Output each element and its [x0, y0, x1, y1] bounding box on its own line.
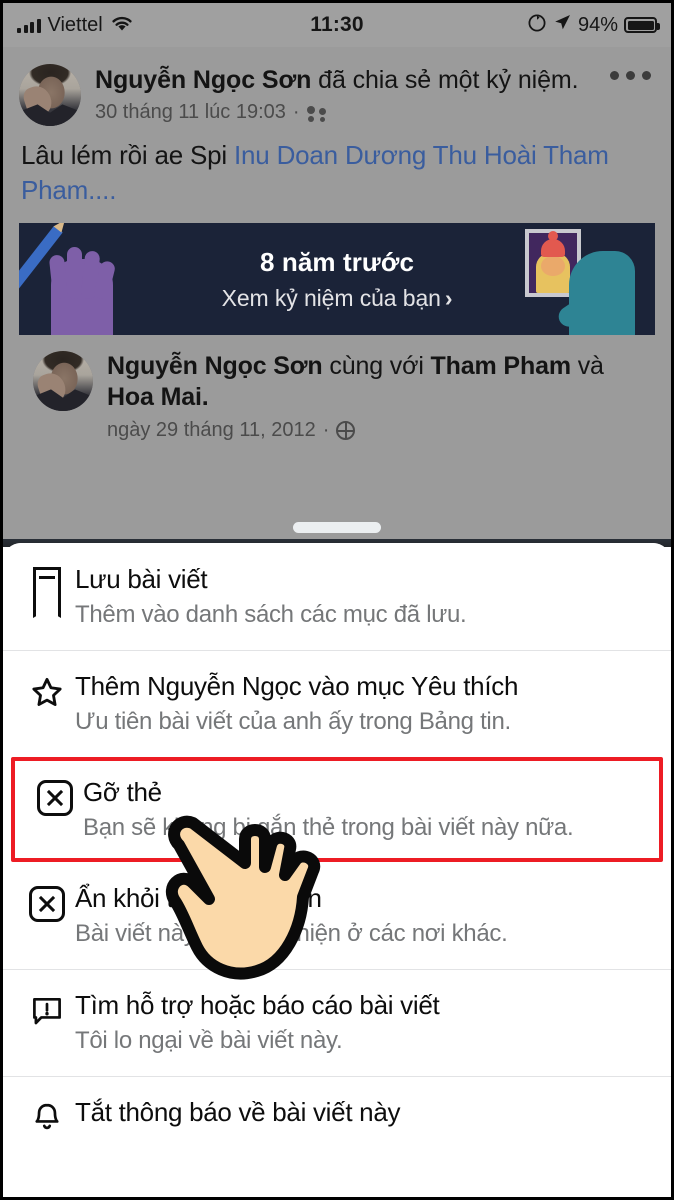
- bookmark-icon: [19, 563, 75, 603]
- memory-subtitle[interactable]: Xem kỷ niệm của bạn ›: [222, 285, 453, 312]
- battery-percent-label: 94%: [577, 13, 618, 36]
- author-avatar[interactable]: [19, 64, 81, 126]
- menu-item-remove-tag-text: Gỡ thẻ Bạn sẽ không bị gắn thẻ trong bài…: [83, 776, 583, 843]
- menu-item-remove-tag[interactable]: Gỡ thẻ Bạn sẽ không bị gắn thẻ trong bài…: [11, 757, 663, 862]
- memory-card[interactable]: 8 năm trước Xem kỷ niệm của bạn ›: [19, 223, 655, 335]
- sheet-grabber[interactable]: [293, 522, 381, 533]
- more-options-icon[interactable]: [610, 71, 651, 80]
- menu-item-title: Tắt thông báo về bài viết này: [75, 1097, 401, 1127]
- menu-item-title: Lưu bài viết: [75, 564, 208, 594]
- shared-post-text: Nguyễn Ngọc Sơn cùng với Tham Pham và Ho…: [107, 351, 655, 442]
- status-bar-right: 94%: [527, 13, 660, 38]
- shared-post-date[interactable]: ngày 29 tháng 11, 2012: [107, 419, 316, 442]
- friends-icon: [306, 105, 326, 120]
- dimmed-feed-background: Nguyễn Ngọc Sơn đã chia sẻ một kỷ niệm. …: [3, 47, 671, 539]
- shared-post-person-1[interactable]: Tham Pham: [431, 352, 572, 380]
- menu-item-report-post-text: Tìm hỗ trợ hoặc báo cáo bài viết Tôi lo …: [75, 989, 449, 1056]
- post-body-prefix: Lâu lém rồi ae Spi: [21, 140, 234, 170]
- post-author-name[interactable]: Nguyễn Ngọc Sơn: [95, 66, 311, 94]
- menu-item-title: Tìm hỗ trợ hoặc báo cáo bài viết: [75, 990, 440, 1020]
- post-body-suffix: ....: [88, 175, 117, 205]
- chevron-right-icon: ›: [444, 284, 453, 311]
- shared-post-author[interactable]: Nguyễn Ngọc Sơn: [107, 352, 323, 380]
- memory-card-text: 8 năm trước Xem kỷ niệm của bạn ›: [19, 223, 655, 335]
- menu-item-hide-from-profile-text: Ẩn khỏi trang cá nhân Bài viết này vẫn x…: [75, 882, 517, 949]
- shared-post-header: Nguyễn Ngọc Sơn cùng với Tham Pham và Ho…: [3, 335, 671, 442]
- shared-post-avatar[interactable]: [33, 351, 93, 411]
- menu-item-add-to-favourites[interactable]: Thêm Nguyễn Ngọc vào mục Yêu thích Ưu ti…: [3, 650, 671, 757]
- rotation-lock-icon: [527, 13, 547, 38]
- shared-post-person-2[interactable]: Hoa Mai.: [107, 383, 209, 411]
- post-body-text: Lâu lém rồi ae Spi Inu Doan Dương Thu Ho…: [3, 126, 671, 217]
- phone-screen: Viettel 11:30 94% Nguyễn Ngọc Sơn đã chi…: [0, 0, 674, 1200]
- action-sheet: Lưu bài viết Thêm vào danh sách các mục …: [3, 543, 671, 1197]
- location-arrow-icon: [553, 13, 572, 37]
- post-meta: 30 tháng 11 lúc 19:03 ·: [95, 101, 578, 124]
- star-icon: [19, 670, 75, 712]
- menu-item-add-to-favourites-text: Thêm Nguyễn Ngọc vào mục Yêu thích Ưu ti…: [75, 670, 528, 737]
- shared-post-meta: ngày 29 tháng 11, 2012 ·: [107, 419, 643, 442]
- memory-title: 8 năm trước: [259, 246, 414, 277]
- post-meta-separator: ·: [292, 101, 300, 123]
- menu-item-turn-off-notifications[interactable]: Tắt thông báo về bài viết này: [3, 1076, 671, 1156]
- globe-icon: [336, 421, 356, 440]
- bell-icon: [19, 1096, 75, 1136]
- menu-item-hide-from-profile[interactable]: Ẩn khỏi trang cá nhân Bài viết này vẫn x…: [3, 862, 671, 969]
- x-box-icon: [19, 882, 75, 922]
- menu-item-subtitle: Ưu tiên bài viết của anh ấy trong Bảng t…: [75, 708, 511, 735]
- menu-item-save-post[interactable]: Lưu bài viết Thêm vào danh sách các mục …: [3, 543, 671, 650]
- post-header-text: Nguyễn Ngọc Sơn đã chia sẻ một kỷ niệm. …: [95, 64, 634, 126]
- post-author-line: Nguyễn Ngọc Sơn đã chia sẻ một kỷ niệm.: [95, 65, 579, 96]
- x-box-icon: [27, 776, 83, 816]
- menu-item-title: Gỡ thẻ: [83, 777, 162, 807]
- status-bar: Viettel 11:30 94%: [3, 3, 671, 47]
- post-timestamp[interactable]: 30 tháng 11 lúc 19:03: [95, 101, 286, 124]
- shared-post-author-line: Nguyễn Ngọc Sơn cùng với Tham Pham và Ho…: [107, 351, 643, 413]
- menu-item-subtitle: Tôi lo ngại về bài viết này.: [75, 1027, 343, 1054]
- menu-item-title: Thêm Nguyễn Ngọc vào mục Yêu thích: [75, 671, 519, 701]
- menu-item-save-post-text: Lưu bài viết Thêm vào danh sách các mục …: [75, 563, 476, 630]
- battery-icon: [624, 17, 660, 33]
- shared-post-meta-separator: ·: [322, 419, 330, 441]
- post-header: Nguyễn Ngọc Sơn đã chia sẻ một kỷ niệm. …: [3, 47, 671, 126]
- shared-post-and-text: và: [570, 352, 604, 380]
- menu-item-report-post[interactable]: Tìm hỗ trợ hoặc báo cáo bài viết Tôi lo …: [3, 969, 671, 1076]
- menu-item-subtitle: Thêm vào danh sách các mục đã lưu.: [75, 601, 467, 628]
- menu-item-subtitle: Bạn sẽ không bị gắn thẻ trong bài viết n…: [83, 814, 574, 841]
- menu-item-turn-off-notifications-text: Tắt thông báo về bài viết này: [75, 1096, 410, 1128]
- report-icon: [19, 989, 75, 1029]
- shared-post-with-text: cùng với: [322, 352, 431, 380]
- post-action-text: đã chia sẻ một kỷ niệm.: [311, 66, 579, 94]
- menu-item-title: Ẩn khỏi trang cá nhân: [75, 883, 322, 913]
- menu-item-subtitle: Bài viết này vẫn xuất hiện ở các nơi khá…: [75, 920, 508, 947]
